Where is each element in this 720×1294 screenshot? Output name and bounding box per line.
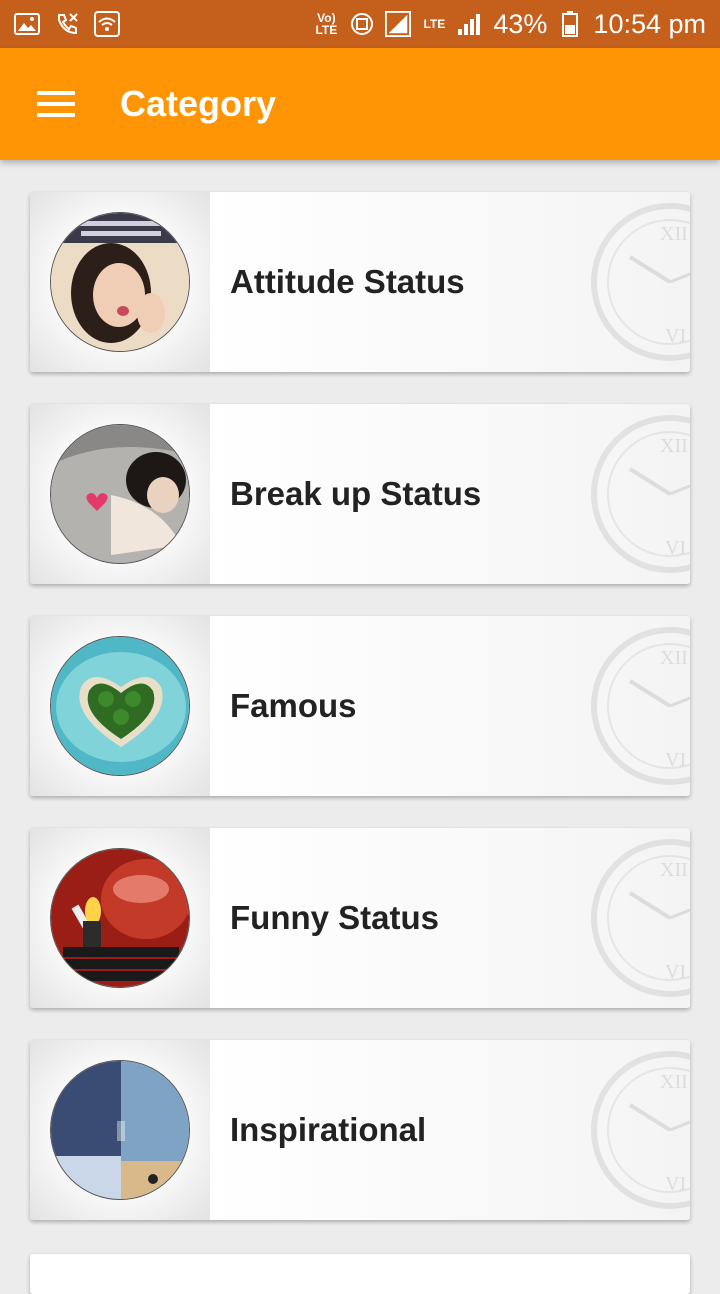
wifi-icon (94, 11, 120, 37)
hamburger-icon[interactable] (0, 48, 112, 160)
clock-watermark-icon: XII VI (591, 839, 690, 997)
category-label: Inspirational (230, 1111, 427, 1148)
category-label: Funny Status (230, 899, 440, 936)
clock-watermark-icon: XII VI (591, 415, 690, 573)
category-label: Attitude Status (230, 263, 465, 300)
battery-percent: 43% (493, 8, 548, 39)
lte-icon: LTE (423, 17, 446, 31)
category-list: Attitude Status XII VI Break up Status XI… (30, 192, 690, 1252)
lighter-thumbnail (50, 848, 190, 988)
svg-text:VI: VI (665, 537, 686, 559)
battery-icon (557, 11, 583, 37)
signal-icon (457, 11, 483, 37)
status-bar: Vo) LTE LTE 43% 10:54 pm (0, 0, 720, 48)
svg-text:XII: XII (660, 647, 688, 669)
category-card-partial[interactable] (30, 1254, 690, 1294)
missed-call-icon (54, 11, 80, 37)
category-card-attitude[interactable]: Attitude Status XII VI (30, 192, 690, 372)
category-label: Famous (230, 687, 357, 724)
category-label: Break up Status (230, 475, 482, 512)
girl-pout-thumbnail (50, 212, 190, 352)
svg-text:XII: XII (660, 1071, 688, 1093)
category-card-famous[interactable]: Famous XII VI (30, 616, 690, 796)
svg-text:VI: VI (665, 961, 686, 983)
clock-watermark-icon: XII VI (591, 627, 690, 785)
category-card-inspirational[interactable]: Inspirational XII VI (30, 1040, 690, 1220)
svg-text:VI: VI (665, 1173, 686, 1195)
clock-watermark-icon: XII VI (591, 203, 690, 361)
svg-text:VI: VI (665, 325, 686, 347)
clock-time: 10:54 pm (593, 8, 706, 39)
svg-text:VI: VI (665, 749, 686, 771)
inspirational-thumbnail (50, 1060, 190, 1200)
svg-text:XII: XII (660, 435, 688, 457)
category-card-funny[interactable]: Funny Status XII VI (30, 828, 690, 1008)
heart-island-thumbnail (50, 636, 190, 776)
signal-box-icon (385, 11, 412, 37)
category-card-breakup[interactable]: Break up Status XII VI (30, 404, 690, 584)
broken-heart-thumbnail (50, 424, 190, 564)
svg-text:XII: XII (660, 223, 688, 245)
data-icon (349, 11, 375, 37)
page-title: Category (120, 83, 277, 124)
volte-icon: Vo) LTE (315, 11, 338, 37)
image-icon (14, 11, 40, 37)
svg-text:XII: XII (660, 859, 688, 881)
app-bar: Category (0, 48, 720, 160)
clock-watermark-icon: XII VI (591, 1051, 690, 1209)
